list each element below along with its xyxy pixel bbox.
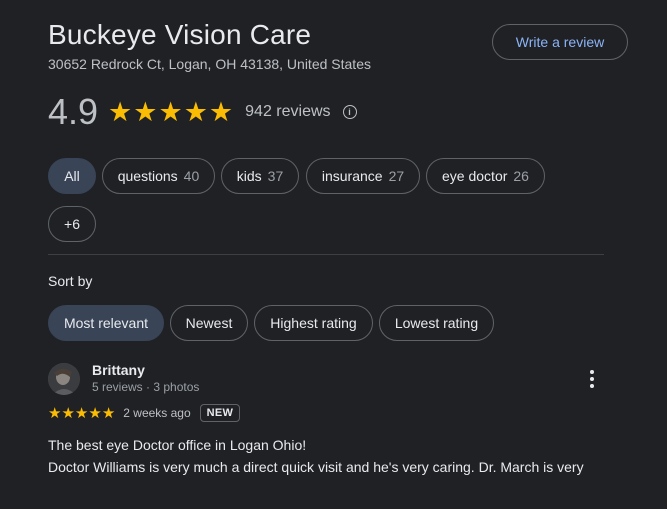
sort-highest-rating[interactable]: Highest rating — [254, 305, 373, 341]
place-address: 30652 Redrock Ct, Logan, OH 43138, Unite… — [48, 56, 371, 72]
sort-newest[interactable]: Newest — [170, 305, 248, 341]
review-count: 942 reviews — [245, 103, 331, 120]
review-stars: ★ ★ ★ ★ ★ — [48, 406, 115, 421]
divider — [48, 254, 604, 255]
sort-option-label: Highest rating — [270, 315, 357, 331]
sort-lowest-rating[interactable]: Lowest rating — [379, 305, 494, 341]
star-icon: ★ — [74, 404, 89, 422]
sort-most-relevant[interactable]: Most relevant — [48, 305, 164, 341]
star-icon: ★ — [108, 96, 133, 127]
chip-count: 37 — [267, 168, 284, 184]
review-time: 2 weeks ago — [123, 406, 191, 420]
chip-label: questions — [117, 168, 178, 184]
chip-label: kids — [236, 168, 262, 184]
chip-label: insurance — [321, 168, 383, 184]
more-vert-icon[interactable] — [582, 368, 602, 390]
reviewer-meta: 5 reviews · 3 photos — [92, 380, 200, 394]
chip-label: All — [64, 168, 80, 184]
place-title: Buckeye Vision Care — [48, 19, 312, 50]
sort-label: Sort by — [48, 273, 93, 289]
chip-count: 40 — [183, 168, 200, 184]
sort-option-label: Lowest rating — [394, 315, 479, 331]
rating-stars: ★ ★ ★ ★ ★ — [108, 96, 234, 127]
star-icon: ★ — [48, 404, 62, 422]
star-icon: ★ — [88, 404, 102, 422]
chip-all[interactable]: All — [48, 158, 96, 194]
review-rating-row: ★ ★ ★ ★ ★ 2 weeks ago NEW — [48, 403, 241, 423]
info-icon[interactable]: i — [342, 105, 357, 119]
rating-summary: 4.9 ★ ★ ★ ★ ★ 942 reviews i — [48, 90, 357, 134]
review-text: The best eye Doctor office in Logan Ohio… — [48, 434, 628, 478]
reviewer-name[interactable]: Brittany — [92, 362, 145, 378]
avatar-image — [48, 363, 80, 395]
write-review-button[interactable]: Write a review — [492, 24, 628, 60]
new-badge: NEW — [199, 404, 241, 422]
star-icon: ★ — [133, 96, 158, 127]
chip-more-topics[interactable]: +6 — [48, 206, 96, 242]
review-text-line: The best eye Doctor office in Logan Ohio… — [48, 437, 307, 453]
chip-questions[interactable]: questions 40 — [102, 158, 215, 194]
rating-value: 4.9 — [48, 91, 99, 132]
sort-option-label: Most relevant — [63, 315, 149, 331]
star-icon: ★ — [158, 96, 183, 127]
sort-option-label: Newest — [185, 315, 233, 331]
avatar[interactable] — [48, 363, 80, 395]
star-icon: ★ — [61, 404, 75, 422]
review-text-line: Doctor Williams is very much a direct qu… — [48, 459, 584, 475]
chip-kids[interactable]: kids 37 — [221, 158, 299, 194]
chip-count: 26 — [513, 168, 529, 184]
chip-label: eye doctor — [442, 168, 508, 184]
chip-eye-doctor[interactable]: eye doctor 26 — [426, 158, 545, 194]
star-icon: ★ — [183, 96, 208, 127]
chip-count: 27 — [388, 168, 405, 184]
star-icon: ★ — [101, 404, 116, 422]
chip-label: +6 — [64, 216, 80, 232]
star-icon: ★ — [208, 96, 234, 127]
chip-insurance[interactable]: insurance 27 — [306, 158, 420, 194]
